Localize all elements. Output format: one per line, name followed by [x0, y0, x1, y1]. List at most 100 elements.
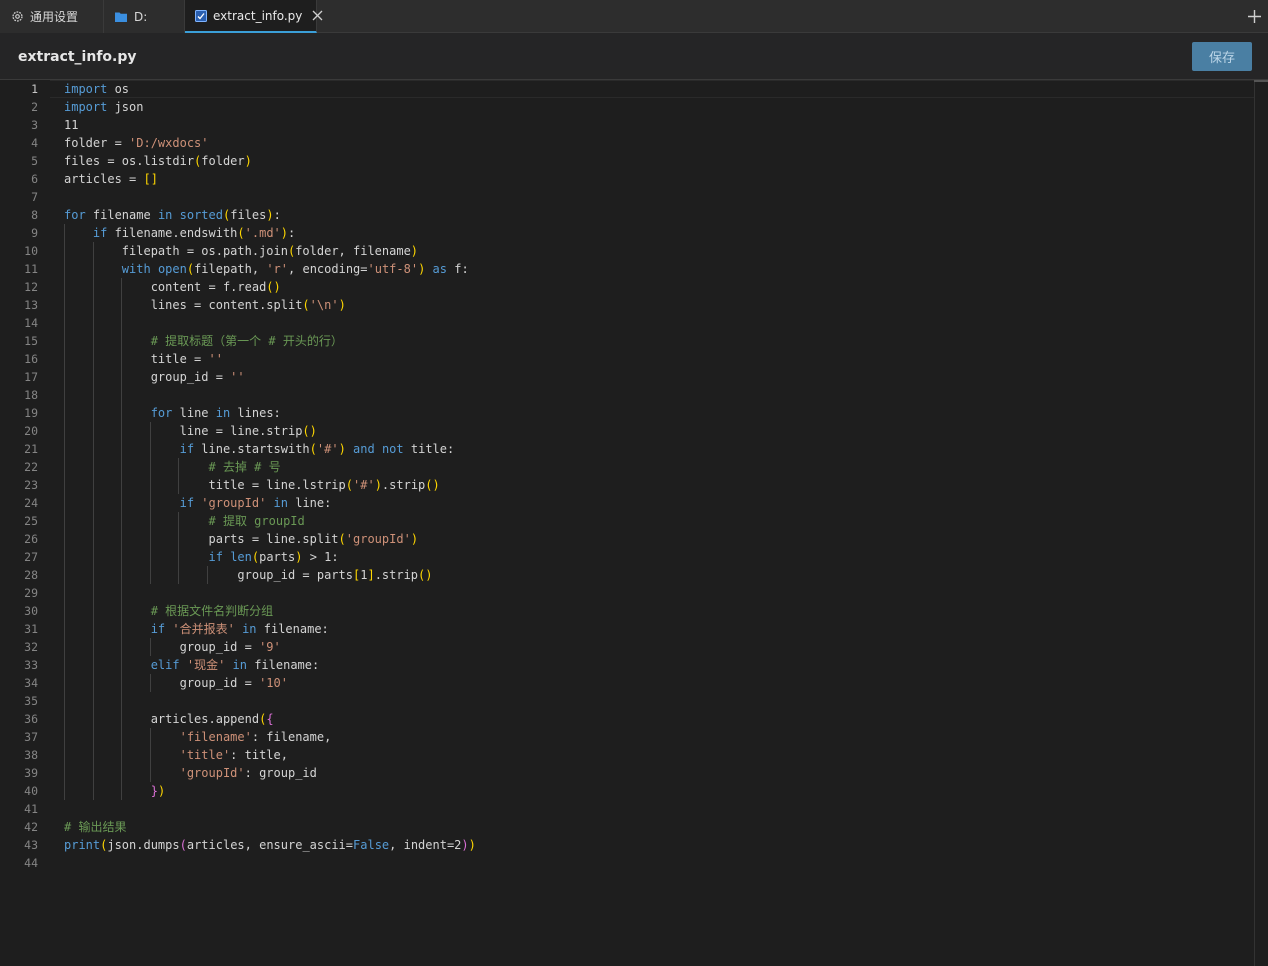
code-line[interactable]: parts = line.split('groupId') [64, 530, 418, 548]
code-line[interactable]: title = '' [64, 350, 223, 368]
code-line[interactable]: lines = content.split('\n') [64, 296, 346, 314]
line-number: 12 [24, 280, 38, 294]
line-number: 19 [24, 406, 38, 420]
code-line[interactable]: # 去掉 # 号 [64, 458, 281, 476]
line-number: 40 [24, 784, 38, 798]
code-line[interactable]: if 'groupId' in line: [64, 494, 332, 512]
line-number: 26 [24, 532, 38, 546]
code-line[interactable]: group_id = parts[1].strip() [64, 566, 432, 584]
code-line[interactable]: for filename in sorted(files): [64, 206, 281, 224]
line-number: 31 [24, 622, 38, 636]
code-line[interactable]: if len(parts) > 1: [64, 548, 339, 566]
tab-general-settings[interactable]: 通用设置 [0, 0, 104, 33]
code-line[interactable]: if '合并报表' in filename: [64, 620, 329, 638]
line-number: 16 [24, 352, 38, 366]
line-number: 7 [31, 190, 38, 204]
tab-extract-info[interactable]: extract_info.py [185, 0, 323, 33]
tab-d-drive[interactable]: D: [104, 0, 185, 33]
line-number: 38 [24, 748, 38, 762]
line-number: 6 [31, 172, 38, 186]
line-number: 28 [24, 568, 38, 582]
code-line[interactable]: import json [64, 98, 143, 116]
line-number: 36 [24, 712, 38, 726]
code-line[interactable]: print(json.dumps(articles, ensure_ascii=… [64, 836, 476, 854]
add-tab-icon[interactable] [1246, 8, 1262, 24]
python-file-icon [195, 9, 207, 23]
line-number: 21 [24, 442, 38, 456]
close-icon[interactable] [312, 9, 323, 23]
line-number: 23 [24, 478, 38, 492]
line-number: 18 [24, 388, 38, 402]
code-line[interactable]: title = line.lstrip('#').strip() [64, 476, 439, 494]
code-line[interactable]: 11 [64, 116, 78, 134]
line-number: 3 [31, 118, 38, 132]
code-line[interactable]: import os [64, 80, 129, 98]
line-number: 30 [24, 604, 38, 618]
code-line[interactable]: # 提取 groupId [64, 512, 305, 530]
code-line[interactable]: content = f.read() [64, 278, 281, 296]
code-line[interactable]: # 输出结果 [64, 818, 126, 836]
line-number: 2 [31, 100, 38, 114]
code-line[interactable]: # 提取标题（第一个 # 开头的行） [64, 332, 343, 350]
line-number: 20 [24, 424, 38, 438]
code-line[interactable]: 'filename': filename, [64, 728, 332, 746]
line-number: 8 [31, 208, 38, 222]
line-number: 34 [24, 676, 38, 690]
line-number: 22 [24, 460, 38, 474]
vertical-scrollbar[interactable] [1254, 80, 1268, 966]
code-line[interactable]: group_id = '' [64, 368, 245, 386]
code-line[interactable]: 'title': title, [64, 746, 288, 764]
folder-icon [114, 10, 128, 24]
code-line[interactable]: with open(filepath, 'r', encoding='utf-8… [64, 260, 469, 278]
line-number: 44 [24, 856, 38, 870]
code-line[interactable]: # 根据文件名判断分组 [64, 602, 273, 620]
line-number: 32 [24, 640, 38, 654]
line-number: 17 [24, 370, 38, 384]
line-number: 10 [24, 244, 38, 258]
file-title: extract_info.py [18, 49, 137, 65]
gear-icon [10, 10, 24, 24]
code-line[interactable]: if filename.endswith('.md'): [64, 224, 295, 242]
tab-label: D: [134, 9, 148, 24]
line-number: 4 [31, 136, 38, 150]
code-line[interactable]: group_id = '9' [64, 638, 281, 656]
line-number: 24 [24, 496, 38, 510]
tab-label: extract_info.py [213, 8, 303, 23]
tab-label: 通用设置 [30, 10, 79, 24]
line-number: 5 [31, 154, 38, 168]
line-number: 29 [24, 586, 38, 600]
line-number: 1 [31, 82, 38, 96]
line-number: 13 [24, 298, 38, 312]
line-number: 11 [24, 262, 38, 276]
overview-ruler-marker [1254, 80, 1268, 82]
code-line[interactable]: line = line.strip() [64, 422, 317, 440]
line-number: 33 [24, 658, 38, 672]
code-line[interactable]: }) [64, 782, 165, 800]
line-number: 9 [31, 226, 38, 240]
line-number: 37 [24, 730, 38, 744]
line-number: 35 [24, 694, 38, 708]
line-number: 27 [24, 550, 38, 564]
line-number: 42 [24, 820, 38, 834]
line-number: 25 [24, 514, 38, 528]
code-line[interactable]: folder = 'D:/wxdocs' [64, 134, 209, 152]
save-button[interactable]: 保存 [1192, 42, 1252, 71]
code-line[interactable]: filepath = os.path.join(folder, filename… [64, 242, 418, 260]
line-number: 43 [24, 838, 38, 852]
file-header: extract_info.py 保存 [0, 33, 1268, 80]
line-number: 41 [24, 802, 38, 816]
line-number: 15 [24, 334, 38, 348]
code-line[interactable]: if line.startswith('#') and not title: [64, 440, 455, 458]
code-editor[interactable]: 1 2 3 4 5 6 7 8 9 10 11 12 13 14 15 16 17 18 19 20 21 22 23 24 2… [0, 80, 1254, 966]
line-number: 14 [24, 316, 38, 330]
code-line[interactable]: 'groupId': group_id [64, 764, 317, 782]
code-line[interactable]: articles = [] [64, 170, 158, 188]
tab-bar: 通用设置 D: extract_info.py [0, 0, 1268, 33]
code-line[interactable]: group_id = '10' [64, 674, 288, 692]
current-line-highlight [50, 80, 1254, 98]
code-line[interactable]: files = os.listdir(folder) [64, 152, 252, 170]
line-number: 39 [24, 766, 38, 780]
code-line[interactable]: articles.append({ [64, 710, 274, 728]
code-line[interactable]: elif '现金' in filename: [64, 656, 320, 674]
code-line[interactable]: for line in lines: [64, 404, 281, 422]
